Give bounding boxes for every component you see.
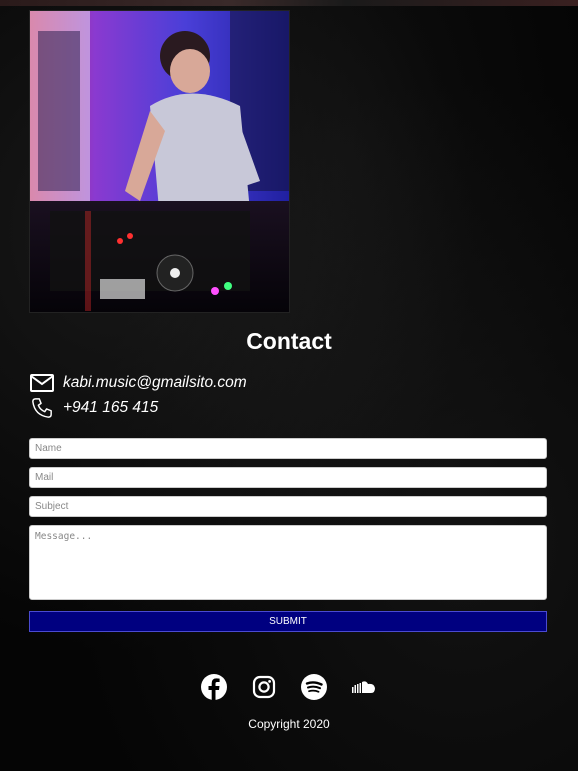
instagram-icon[interactable] — [250, 673, 278, 701]
page: Contact kabi.music@gmailsito.com +941 16… — [0, 0, 578, 771]
email-text[interactable]: kabi.music@gmailsito.com — [63, 374, 247, 392]
phone-row[interactable]: +941 165 415 — [29, 397, 158, 419]
phone-icon — [29, 397, 55, 419]
subject-field[interactable] — [29, 496, 547, 517]
phone-text[interactable]: +941 165 415 — [63, 399, 158, 417]
mail-field[interactable] — [29, 467, 547, 488]
facebook-icon[interactable] — [200, 673, 228, 701]
soundcloud-icon[interactable] — [350, 673, 378, 701]
spotify-icon[interactable] — [300, 673, 328, 701]
message-field[interactable] — [29, 525, 547, 600]
submit-button[interactable]: SUBMIT — [29, 611, 547, 632]
email-row[interactable]: kabi.music@gmailsito.com — [29, 372, 247, 394]
copyright: Copyright 2020 — [248, 717, 330, 731]
contact-title: Contact — [246, 328, 332, 354]
dj-photo — [29, 10, 290, 313]
name-field[interactable] — [29, 438, 547, 459]
header-image-edge — [0, 0, 578, 6]
mail-icon — [29, 372, 55, 394]
social-links — [0, 673, 578, 701]
